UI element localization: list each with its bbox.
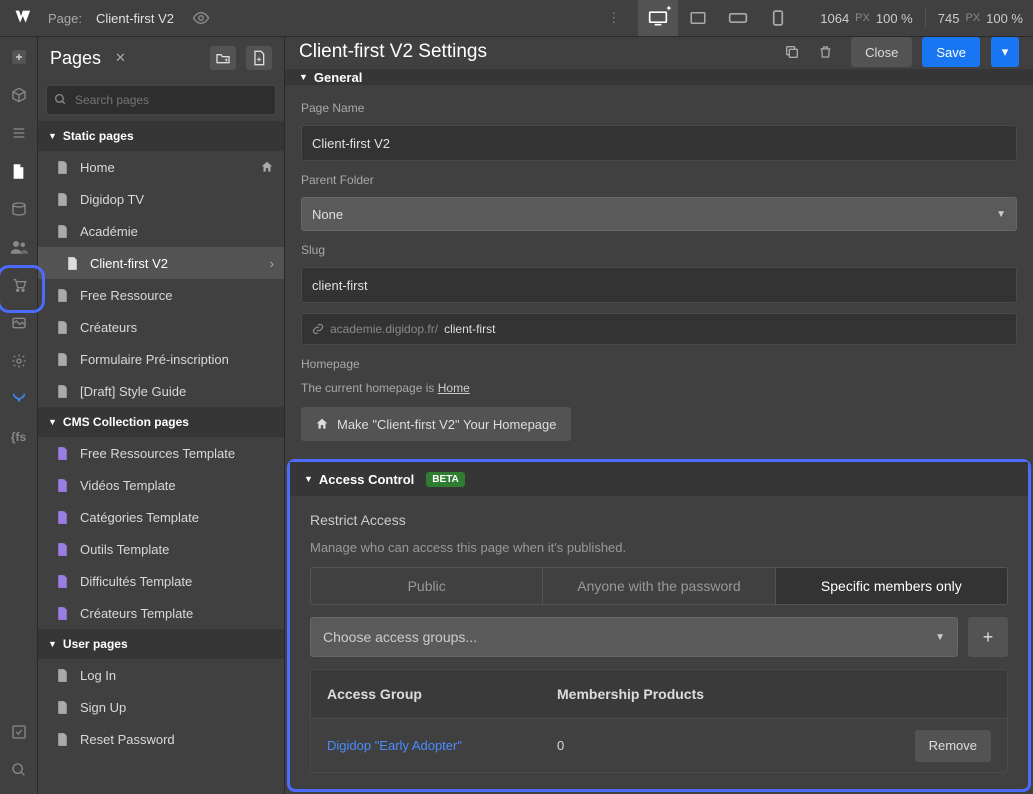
viewport-tablet[interactable] bbox=[678, 0, 718, 36]
access-control-highlight: ▼Access ControlBETA Restrict Access Mana… bbox=[287, 459, 1031, 792]
save-dropdown[interactable]: ▾ bbox=[991, 37, 1019, 67]
settings-title: Client-first V2 Settings bbox=[299, 41, 774, 63]
restrict-title: Restrict Access bbox=[310, 512, 1008, 528]
page-name-label: Page Name bbox=[301, 101, 1017, 115]
section-static-pages[interactable]: ▼Static pages bbox=[38, 121, 284, 151]
close-button[interactable]: Close bbox=[851, 37, 912, 67]
users-icon[interactable] bbox=[9, 237, 29, 257]
dots-icon[interactable]: ⋮ bbox=[607, 10, 620, 26]
canvas-height-pct[interactable]: 100 % bbox=[986, 11, 1023, 26]
section-general[interactable]: ▼General bbox=[285, 69, 1033, 85]
page-item[interactable]: Formulaire Pré-inscription bbox=[38, 343, 284, 375]
viewport-mobile[interactable] bbox=[758, 0, 798, 36]
canvas-dimensions: 1064 PX 100 % 745 PX 100 % bbox=[820, 9, 1023, 27]
viewport-switcher: ✦ bbox=[638, 0, 798, 36]
checkbox-icon[interactable] bbox=[9, 722, 29, 742]
page-name-input[interactable] bbox=[301, 125, 1017, 161]
access-group-table: Access Group Membership Products Digidop… bbox=[310, 669, 1008, 773]
homepage-text: The current homepage is Home bbox=[301, 381, 1017, 395]
section-access-control[interactable]: ▼Access ControlBETA bbox=[290, 462, 1028, 496]
section-cms-pages[interactable]: ▼CMS Collection pages bbox=[38, 407, 284, 437]
pages-panel: Pages ✕ ▼Static pages Home Digidop TV Ac… bbox=[38, 37, 285, 794]
page-item[interactable]: Catégories Template bbox=[38, 501, 284, 533]
homepage-link[interactable]: Home bbox=[438, 381, 470, 395]
preview-icon[interactable] bbox=[192, 9, 210, 27]
link-icon bbox=[312, 323, 324, 335]
page-item[interactable]: Free Ressources Template bbox=[38, 437, 284, 469]
page-item[interactable]: Créateurs Template bbox=[38, 597, 284, 629]
opt-password[interactable]: Anyone with the password bbox=[543, 568, 775, 604]
cms-icon[interactable] bbox=[9, 199, 29, 219]
new-page-button[interactable] bbox=[246, 46, 272, 70]
search-input[interactable] bbox=[46, 85, 276, 115]
viewport-desktop[interactable]: ✦ bbox=[638, 0, 678, 36]
page-item[interactable]: Outils Template bbox=[38, 533, 284, 565]
page-item[interactable]: Vidéos Template bbox=[38, 469, 284, 501]
box-icon[interactable] bbox=[9, 85, 29, 105]
page-item[interactable]: Free Ressource bbox=[38, 279, 284, 311]
remove-button[interactable]: Remove bbox=[915, 730, 991, 762]
url-preview: academie.digidop.fr/client-first bbox=[301, 313, 1017, 345]
page-item[interactable]: Digidop TV bbox=[38, 183, 284, 215]
home-icon bbox=[260, 160, 274, 174]
page-item[interactable]: Log In bbox=[38, 659, 284, 691]
save-button[interactable]: Save bbox=[922, 37, 980, 67]
page-item[interactable]: Sign Up bbox=[38, 691, 284, 723]
add-icon[interactable] bbox=[9, 47, 29, 67]
parent-folder-label: Parent Folder bbox=[301, 173, 1017, 187]
page-name[interactable]: Client-first V2 bbox=[96, 11, 174, 26]
opt-members[interactable]: Specific members only bbox=[776, 568, 1007, 604]
make-homepage-button[interactable]: Make "Client-first V2" Your Homepage bbox=[301, 407, 571, 441]
new-folder-button[interactable] bbox=[210, 46, 236, 70]
beta-badge: BETA bbox=[426, 472, 464, 487]
chevron-right-icon: › bbox=[270, 256, 274, 271]
assets-icon[interactable] bbox=[9, 313, 29, 333]
access-segmented: Public Anyone with the password Specific… bbox=[310, 567, 1008, 605]
top-bar: Page: Client-first V2 ⋮ ✦ 1064 PX 100 % … bbox=[0, 0, 1033, 37]
canvas-height[interactable]: 745 bbox=[938, 11, 960, 26]
fs-icon[interactable]: {fs bbox=[9, 427, 29, 447]
search-input-icon bbox=[54, 93, 67, 106]
canvas-width-pct[interactable]: 100 % bbox=[876, 11, 913, 26]
restrict-subtitle: Manage who can access this page when it'… bbox=[310, 540, 1008, 555]
col-membership-products: Membership Products bbox=[557, 686, 991, 702]
left-toolbar: {fs bbox=[0, 37, 38, 794]
settings-icon[interactable] bbox=[9, 351, 29, 371]
pages-icon[interactable] bbox=[9, 161, 29, 181]
page-item[interactable]: [Draft] Style Guide bbox=[38, 375, 284, 407]
logic-icon[interactable] bbox=[9, 389, 29, 409]
page-item[interactable]: Créateurs bbox=[38, 311, 284, 343]
table-row: Digidop "Early Adopter" 0 Remove bbox=[311, 718, 1007, 772]
copy-icon[interactable] bbox=[784, 44, 800, 60]
trash-icon[interactable] bbox=[818, 44, 833, 60]
add-group-button[interactable]: + bbox=[968, 617, 1008, 657]
access-group-link[interactable]: Digidop "Early Adopter" bbox=[327, 738, 557, 753]
ecommerce-icon[interactable] bbox=[9, 275, 29, 295]
section-user-pages[interactable]: ▼User pages bbox=[38, 629, 284, 659]
slug-input[interactable] bbox=[301, 267, 1017, 303]
col-access-group: Access Group bbox=[327, 686, 557, 702]
membership-count: 0 bbox=[557, 738, 915, 753]
homepage-label: Homepage bbox=[301, 357, 1017, 371]
page-item-active[interactable]: Client-first V2› bbox=[38, 247, 284, 279]
layout-icon[interactable] bbox=[9, 123, 29, 143]
search-icon[interactable] bbox=[9, 760, 29, 780]
slug-label: Slug bbox=[301, 243, 1017, 257]
page-item-home[interactable]: Home bbox=[38, 151, 284, 183]
page-item[interactable]: Académie bbox=[38, 215, 284, 247]
pages-title: Pages bbox=[50, 48, 101, 69]
close-panel-icon[interactable]: ✕ bbox=[115, 50, 126, 66]
settings-panel: Client-first V2 Settings Close Save ▾ ▼G… bbox=[285, 37, 1033, 794]
canvas-width[interactable]: 1064 bbox=[820, 11, 849, 26]
page-label: Page: bbox=[48, 11, 82, 26]
page-item[interactable]: Difficultés Template bbox=[38, 565, 284, 597]
viewport-mobile-landscape[interactable] bbox=[718, 0, 758, 36]
page-item[interactable]: Reset Password bbox=[38, 723, 284, 755]
access-group-select[interactable]: Choose access groups...▼ bbox=[310, 617, 958, 657]
webflow-logo-icon[interactable] bbox=[10, 7, 32, 29]
opt-public[interactable]: Public bbox=[311, 568, 543, 604]
parent-folder-select[interactable]: None▼ bbox=[301, 197, 1017, 231]
